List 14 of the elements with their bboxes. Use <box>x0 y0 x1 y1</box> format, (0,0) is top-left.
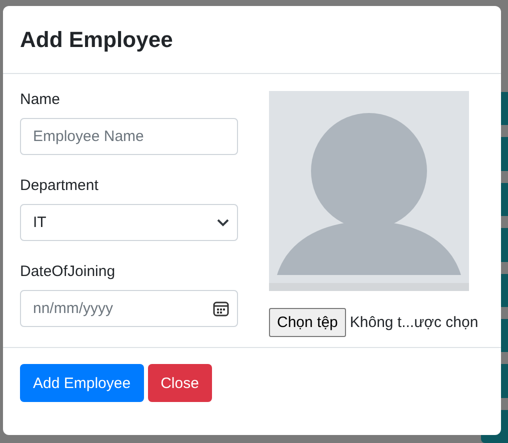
field-label: Name <box>20 91 62 108</box>
field-label: Department <box>20 177 100 194</box>
avatar-placeholder-icon <box>269 91 469 291</box>
field-label: DateOfJoining <box>20 263 116 280</box>
calendar-icon[interactable] <box>213 300 229 316</box>
add-employee-button[interactable]: Add Employee <box>20 364 144 402</box>
choose-file-button[interactable]: Chọn tệp <box>269 308 346 337</box>
dialog-title: Add Employee <box>20 26 173 52</box>
date-field[interactable]: nn/mm/yyyy <box>20 290 238 327</box>
chevron-down-icon <box>217 218 229 226</box>
department-select[interactable]: IT <box>20 204 238 241</box>
name-field[interactable]: Employee Name <box>20 118 238 155</box>
close-button[interactable]: Close <box>148 364 212 402</box>
file-status: Không t...ược chọn <box>350 314 478 331</box>
